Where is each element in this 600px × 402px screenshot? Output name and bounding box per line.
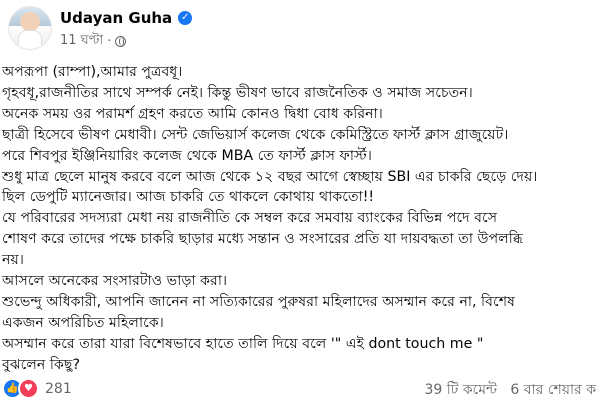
- reaction-count[interactable]: 281: [45, 381, 72, 397]
- post-line: শোষণ করে তাদের পক্ষে চাকরি ছাড়ার মধ্যে …: [2, 231, 524, 248]
- post-stats: 39 টি কমেন্ট 6 বার শেয়ার ক: [425, 378, 597, 402]
- author-name[interactable]: Udayan Guha: [60, 9, 172, 27]
- post-line: অসম্মান করে তারা যারা বিশেষভাবে হাতে তাল…: [2, 335, 484, 352]
- post-line: একজন অপরিচিত মহিলাকে।: [2, 314, 164, 331]
- post-footer: 👍 ♥ 281 39 টি কমেন্ট 6 বার শেয়ার ক: [0, 378, 600, 400]
- author-row: Udayan Guha ✓: [60, 9, 193, 27]
- share-count[interactable]: 6 বার শেয়ার ক: [510, 382, 596, 398]
- post-line: পরে শিবপুর ইঞ্জিনিয়ারিং কলেজ থেকে MBA ত…: [2, 147, 372, 164]
- meta-separator: ·: [107, 34, 112, 49]
- post-line: যে পরিবারের সদস্যরা মেধা নয় রাজনীতি কে …: [2, 210, 498, 227]
- post-meta: 11 ঘণ্টা ·: [60, 31, 127, 52]
- verified-badge-icon: ✓: [178, 11, 193, 25]
- post-line: নয়।: [2, 252, 24, 269]
- post-line: অনেক সময় ওর পরামর্শ গ্রহণ করতে আমি কোনও…: [2, 105, 383, 122]
- post-line: গৃহবধূ,রাজনীতির সাথে সম্পর্ক নেই। কিন্তু…: [2, 84, 473, 101]
- post-line: শুধু মাত্র ছেলে মানুষ করবে বলে আজ থেকে ১…: [2, 168, 538, 185]
- post-line: অপরূপা (রাম্পা),আমার পুত্রবধূ।: [2, 64, 183, 80]
- comment-count[interactable]: 39 টি কমেন্ট: [425, 382, 498, 398]
- reactions[interactable]: 👍 ♥ 281: [2, 378, 72, 399]
- post-line: আসলে অনেকের সংসারটাও ভাড়া করা।: [2, 273, 228, 290]
- post-line: শুভেন্দু অধিকারী, আপনি জানেন না সত্যিকার…: [2, 293, 515, 310]
- post-line: ছাত্রী হিসেবে ভীষণ মেধাবী। সেন্ট জেভিয়া…: [2, 126, 509, 143]
- avatar[interactable]: [8, 6, 52, 50]
- post-text: অপরূপা (রাম্পা),আমার পুত্রবধূ। গৃহবধূ,রা…: [0, 62, 600, 372]
- post-line: ছিল ডেপুটি ম্যানেজার। আজ চাকরি তে থাকলে …: [2, 189, 375, 206]
- post-time[interactable]: 11 ঘণ্টা: [60, 31, 103, 52]
- post-header: Udayan Guha ✓ 11 ঘণ্টা ·: [8, 6, 588, 54]
- post-line: বুঝলেন কিছু?: [2, 356, 80, 372]
- globe-icon[interactable]: [115, 36, 127, 47]
- love-icon: ♥: [18, 378, 39, 399]
